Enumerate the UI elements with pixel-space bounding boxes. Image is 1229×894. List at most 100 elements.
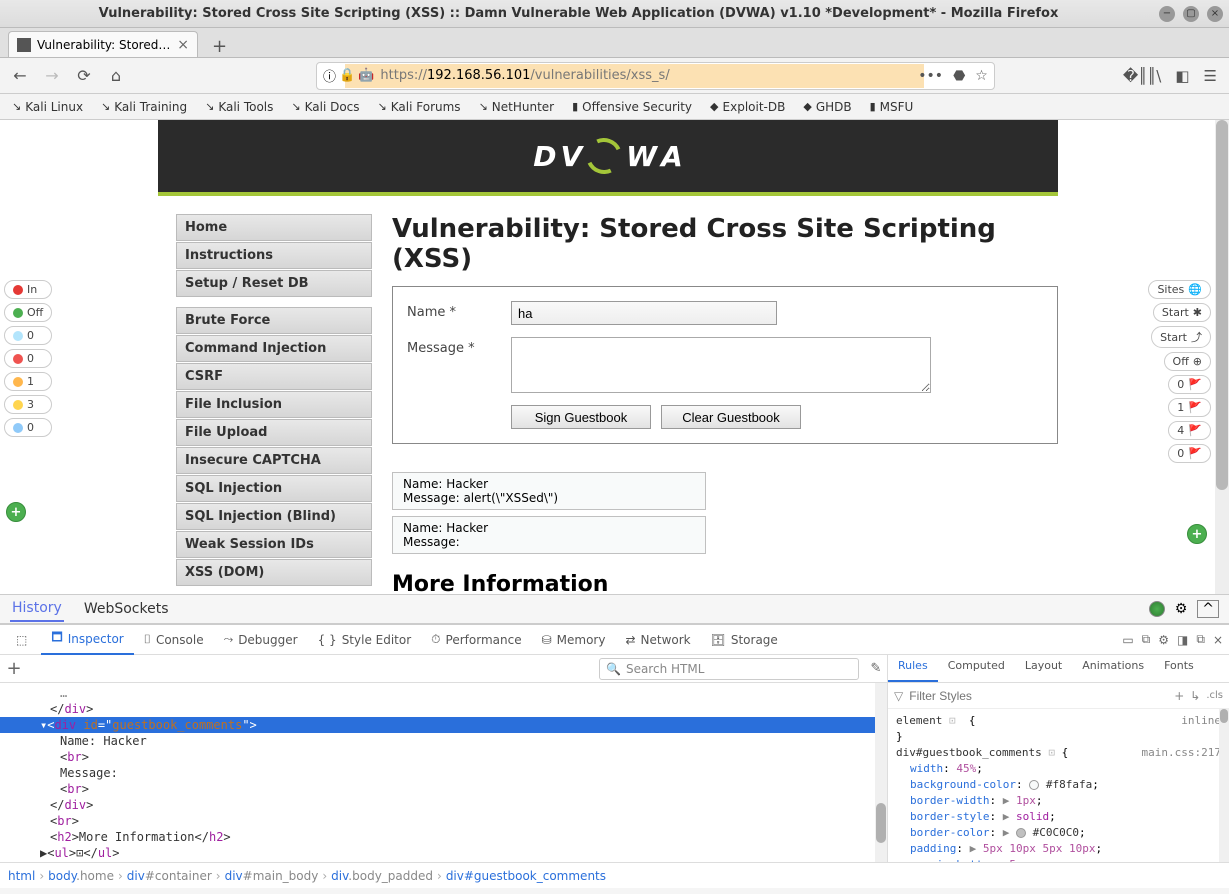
forward-button[interactable]: → [40,64,64,88]
sign-guestbook-button[interactable]: Sign Guestbook [511,405,651,429]
dt-responsive-icon[interactable]: ▭ [1122,633,1133,647]
sidebar-item[interactable]: File Upload [176,419,372,446]
ext-pill[interactable]: 3 [4,395,52,414]
sidebar-item[interactable]: Insecure CAPTCHA [176,447,372,474]
menu-icon[interactable]: ☰ [1204,67,1217,85]
ext-pill[interactable]: Off⊕ [1164,352,1211,371]
bookmark-item[interactable]: ↘Kali Docs [283,98,367,116]
breadcrumb-item[interactable]: div#guestbook_comments [446,869,606,883]
hud-status-icon[interactable] [1149,601,1165,617]
dt-close-icon[interactable]: × [1213,633,1223,647]
ext-pill[interactable]: Off [4,303,52,322]
ext-pill[interactable]: Start✱ [1153,303,1211,322]
ext-pill[interactable]: 0 [4,326,52,345]
devtools-tab-inspector[interactable]: 🗖Inspector [41,624,133,655]
ext-pill[interactable]: In [4,280,52,299]
bookmark-item[interactable]: ↘Kali Linux [4,98,91,116]
sidebar-item[interactable]: Brute Force [176,307,372,334]
rules-body[interactable]: element ⊡ {inline}div#guestbook_comments… [888,709,1229,862]
maximize-btn[interactable]: ▢ [1183,6,1199,22]
sidebar-item[interactable]: Setup / Reset DB [176,270,372,297]
add-extension-button[interactable]: + [6,502,26,522]
bookmark-item[interactable]: ↘Kali Training [93,98,195,116]
devtools-markup-view[interactable]: … </div>▾<div id="guestbook_comments">Na… [0,683,887,862]
tab-close-icon[interactable]: × [177,37,189,53]
sidebar-item[interactable]: Home [176,214,372,241]
devtools-tab-performance[interactable]: ⏱Performance [421,624,531,655]
rules-tab-computed[interactable]: Computed [938,655,1015,682]
rules-tab-layout[interactable]: Layout [1015,655,1072,682]
ext-pill[interactable]: 4🚩 [1168,421,1211,440]
name-input[interactable] [511,301,777,325]
more-actions-icon[interactable]: ••• [918,68,943,84]
back-button[interactable]: ← [8,64,32,88]
sidebar-item[interactable]: Command Injection [176,335,372,362]
message-textarea[interactable] [511,337,931,393]
sidebar-item[interactable]: SQL Injection (Blind) [176,503,372,530]
ext-pill[interactable]: 1🚩 [1168,398,1211,417]
devtools-tab-console[interactable]: ⌷Console [134,624,214,655]
dt-dock-icon[interactable]: ◨ [1177,633,1188,647]
ext-pill[interactable]: 0🚩 [1168,375,1211,394]
sidebar-item[interactable]: Instructions [176,242,372,269]
viewport-scrollbar[interactable] [1215,120,1229,594]
add-rule-icon[interactable]: + [1174,689,1184,703]
breadcrumb-item[interactable]: div#container [127,869,212,883]
dt-popout-icon[interactable]: ⧉ [1196,632,1205,647]
dt-settings-icon[interactable]: ⚙ [1158,633,1169,647]
new-tab-button[interactable]: + [204,36,235,57]
sidebar-item[interactable]: SQL Injection [176,475,372,502]
hover-icon[interactable]: ↳ [1190,689,1200,703]
clear-guestbook-button[interactable]: Clear Guestbook [661,405,801,429]
sidebar-item[interactable]: XSS (DOM) [176,559,372,586]
devtools-tab-style-editor[interactable]: { }Style Editor [308,624,422,655]
bookmark-star-icon[interactable]: ☆ [975,68,988,84]
home-button[interactable]: ⌂ [104,64,128,88]
rules-tab-rules[interactable]: Rules [888,655,938,682]
sidebar-icon[interactable]: ◧ [1175,67,1189,85]
devtools-tab-debugger[interactable]: ⤳Debugger [214,624,308,655]
ext-pill[interactable]: 1 [4,372,52,391]
cls-toggle[interactable]: .cls [1206,690,1223,701]
reload-button[interactable]: ⟳ [72,64,96,88]
minimize-btn[interactable]: − [1159,6,1175,22]
devtools-add-node[interactable]: + [0,658,28,679]
hud-tab-websockets[interactable]: WebSockets [82,597,171,621]
browser-tab[interactable]: Vulnerability: Stored Cro × [8,31,198,57]
sidebar-item[interactable]: Weak Session IDs [176,531,372,558]
bookmark-item[interactable]: ▮Offensive Security [564,98,700,116]
info-icon[interactable]: ⓘ [323,66,336,85]
breadcrumb-item[interactable]: html [8,869,35,883]
ext-pill[interactable]: Sites🌐 [1148,280,1211,299]
devtools-search-input[interactable]: 🔍 Search HTML [599,658,859,680]
bookmark-item[interactable]: ↘Kali Tools [197,98,281,116]
pocket-icon[interactable]: ⬣ [953,68,965,84]
hud-settings-icon[interactable]: ⚙ [1175,601,1188,617]
sidebar-item[interactable]: File Inclusion [176,391,372,418]
ext-pill[interactable]: 0🚩 [1168,444,1211,463]
rules-tab-fonts[interactable]: Fonts [1154,655,1204,682]
add-extension-button-right[interactable]: + [1187,524,1207,544]
devtools-pick-element[interactable]: ⬚ [6,629,37,651]
breadcrumb-item[interactable]: div.body_padded [331,869,433,883]
hud-collapse-icon[interactable]: ^ [1197,600,1219,618]
ext-pill[interactable]: Start⤴ [1151,326,1211,348]
hud-tab-history[interactable]: History [10,596,64,622]
close-btn[interactable]: × [1207,6,1223,22]
bookmark-item[interactable]: ◆Exploit-DB [702,98,793,116]
rules-tab-animations[interactable]: Animations [1072,655,1154,682]
bookmark-item[interactable]: ↘Kali Forums [370,98,469,116]
bookmark-item[interactable]: ◆GHDB [795,98,859,116]
breadcrumb-item[interactable]: div#main_body [225,869,319,883]
bookmark-item[interactable]: ↘NetHunter [471,98,563,116]
devtools-tab-storage[interactable]: 🗄Storage [701,624,788,655]
ext-pill[interactable]: 0 [4,349,52,368]
library-icon[interactable]: �║║\ [1123,67,1162,85]
sidebar-item[interactable]: CSRF [176,363,372,390]
ext-pill[interactable]: 0 [4,418,52,437]
dt-screenshot-icon[interactable]: ⧉ [1142,632,1151,647]
devtools-breadcrumb[interactable]: html›body.home›div#container›div#main_bo… [0,862,1229,888]
url-bar[interactable]: ⓘ 🔒 🤖 https://192.168.56.101/vulnerabili… [316,62,995,90]
bookmark-item[interactable]: ▮MSFU [862,98,922,116]
devtools-tab-network[interactable]: ⇄Network [615,624,700,655]
